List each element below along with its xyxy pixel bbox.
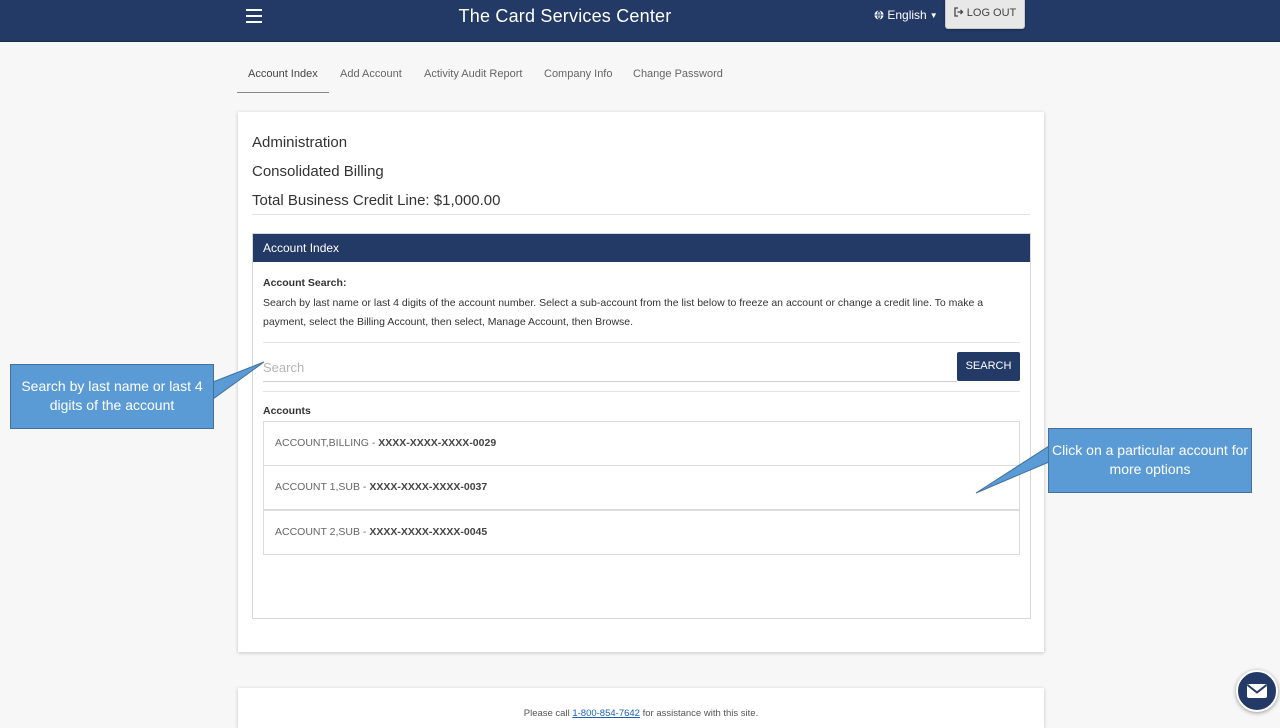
search-input[interactable] xyxy=(263,354,957,382)
logout-label: LOG OUT xyxy=(966,7,1017,19)
top-navbar: The Card Services Center English ▼ LOG OU… xyxy=(0,0,1280,42)
account-row-billing[interactable]: ACCOUNT,BILLING - XXXX-XXXX-XXXX-0029 xyxy=(263,421,1020,466)
tab-account-index[interactable]: Account Index xyxy=(237,58,329,93)
callout-account-text: Click on a particular account for more o… xyxy=(1051,442,1249,477)
footer-prefix: Please call xyxy=(523,708,573,719)
language-dropdown[interactable]: English ▼ xyxy=(874,8,938,22)
support-phone-link[interactable]: 1-800-854-7642 xyxy=(572,708,640,719)
panel-title: Account Index xyxy=(253,234,1030,262)
search-button[interactable]: SEARCH xyxy=(957,352,1020,381)
caret-down-icon: ▼ xyxy=(929,11,938,20)
billing-type-heading: Consolidated Billing xyxy=(252,163,384,180)
divider xyxy=(263,391,1020,392)
main-card: Administration Consolidated Billing Tota… xyxy=(238,112,1044,652)
language-label: English xyxy=(887,8,927,22)
tab-company-info[interactable]: Company Info xyxy=(533,58,623,90)
footer-suffix: for assistance with this site. xyxy=(639,708,759,719)
accounts-label: Accounts xyxy=(263,405,311,417)
footer-text: Please call 1-800-854-7642 for assistanc… xyxy=(238,708,1044,719)
account-search-description: Search by last name or last 4 digits of … xyxy=(263,297,984,328)
account-name: ACCOUNT,BILLING - xyxy=(275,437,379,449)
envelope-icon xyxy=(1246,684,1268,698)
callout-account-tip: Click on a particular account for more o… xyxy=(1048,428,1252,493)
account-number: XXXX-XXXX-XXXX-0045 xyxy=(369,526,488,538)
divider xyxy=(252,214,1030,215)
credit-line-heading: Total Business Credit Line: $1,000.00 xyxy=(252,192,501,209)
callout-search-tip: Search by last name or last 4 digits of … xyxy=(10,364,214,429)
account-row-sub-1[interactable]: ACCOUNT 1,SUB - XXXX-XXXX-XXXX-0037 xyxy=(263,465,1020,510)
tab-activity-audit-report[interactable]: Activity Audit Report xyxy=(413,58,533,90)
logout-button[interactable]: LOG OUT xyxy=(945,0,1025,29)
divider xyxy=(263,342,1020,343)
chat-button[interactable] xyxy=(1236,670,1278,712)
account-search-title: Account Search: xyxy=(263,277,347,289)
account-row-sub-2[interactable]: ACCOUNT 2,SUB - XXXX-XXXX-XXXX-0045 xyxy=(263,510,1020,555)
account-number: XXXX-XXXX-XXXX-0029 xyxy=(378,437,497,449)
globe-icon xyxy=(874,10,884,20)
account-index-panel: Account Index Account Search: Search by … xyxy=(252,233,1031,619)
account-name: ACCOUNT 1,SUB - xyxy=(275,481,370,493)
role-heading: Administration xyxy=(252,134,348,151)
footer-card: Please call 1-800-854-7642 for assistanc… xyxy=(238,688,1044,728)
logout-icon xyxy=(954,7,964,17)
callout-search-text: Search by last name or last 4 digits of … xyxy=(21,378,203,413)
account-number: XXXX-XXXX-XXXX-0037 xyxy=(369,481,488,493)
tab-add-account[interactable]: Add Account xyxy=(329,58,413,90)
account-name: ACCOUNT 2,SUB - xyxy=(275,526,370,538)
tab-change-password[interactable]: Change Password xyxy=(622,58,734,90)
